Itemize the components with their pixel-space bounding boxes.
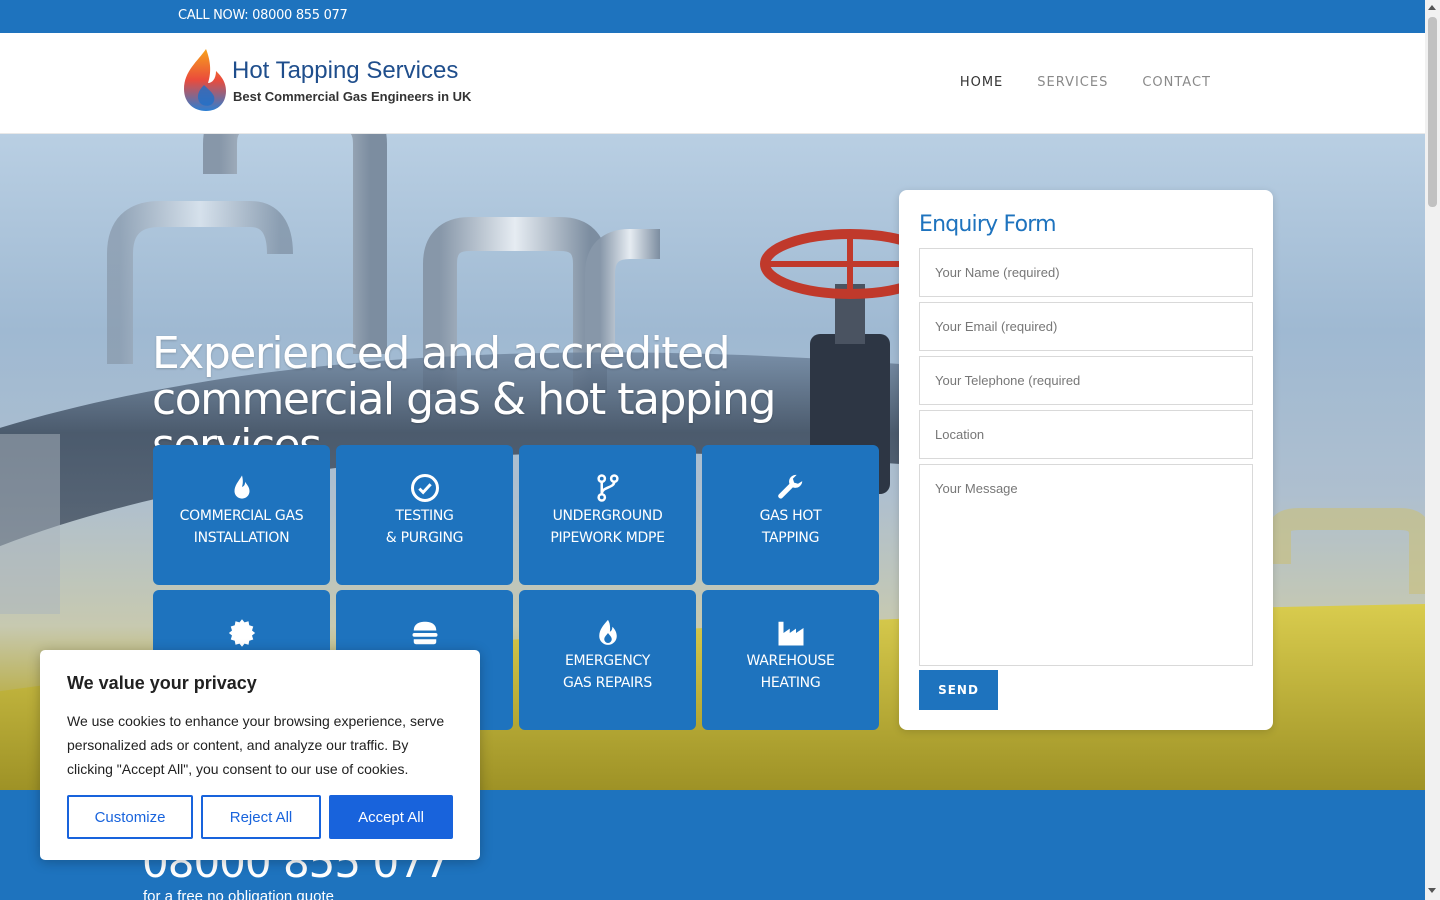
scroll-up-arrow-icon[interactable] [1428,5,1436,10]
tile-commercial-gas-installation[interactable]: COMMERCIAL GAS INSTALLATION [153,445,330,585]
enquiry-form-title: Enquiry Form [919,212,1057,237]
burger-icon [410,618,440,648]
industry-icon [776,618,806,648]
flame-icon [227,473,257,503]
wrench-icon [776,473,806,503]
cookie-consent-banner: We value your privacy We use cookies to … [40,650,480,860]
brand-tagline: Best Commercial Gas Engineers in UK [233,89,472,104]
nav-services[interactable]: SERVICES [1037,75,1108,90]
flame-logo-icon [184,49,226,111]
tile-gas-hot-tapping[interactable]: GAS HOT TAPPING [702,445,879,585]
customize-button[interactable]: Customize [67,795,193,839]
hero-heading-line1: Experienced and accredited [152,328,731,379]
tile-label-line1: TESTING [395,508,454,524]
scrollbar-thumb[interactable] [1428,17,1437,207]
message-field[interactable] [919,464,1253,666]
cookie-title: We value your privacy [67,673,257,693]
send-button[interactable]: SEND [919,670,998,710]
tile-label-line1: COMMERCIAL GAS [179,508,304,524]
brand-name: Hot Tapping Services [232,57,459,84]
cta-subtext: for a free no obligation quote [143,888,334,900]
tile-label-line2: HEATING [760,675,821,691]
page-scrollbar[interactable] [1425,0,1440,900]
tile-testing-purging[interactable]: TESTING & PURGING [336,445,513,585]
tile-warehouse-heating[interactable]: WAREHOUSE HEATING [702,590,879,730]
fire-icon [593,618,623,648]
code-branch-icon [593,473,623,503]
tile-emergency-gas-repairs[interactable]: EMERGENCY GAS REPAIRS [519,590,696,730]
accept-all-button[interactable]: Accept All [329,795,453,839]
enquiry-form: Enquiry Form SEND [899,190,1273,730]
call-now-text[interactable]: CALL NOW: 08000 855 077 [178,8,348,23]
certificate-icon [227,618,257,648]
location-field[interactable] [919,410,1253,459]
tile-label-line2: TAPPING [761,530,820,546]
nav-home[interactable]: HOME [960,75,1003,90]
tile-label-line2: GAS REPAIRS [563,675,652,691]
reject-all-button[interactable]: Reject All [201,795,321,839]
nav-contact[interactable]: CONTACT [1142,75,1211,90]
tile-label-line2: INSTALLATION [193,530,290,546]
main-nav: HOME SERVICES CONTACT [960,75,1211,90]
check-circle-icon [410,473,440,503]
name-field[interactable] [919,248,1253,297]
tile-underground-pipework[interactable]: UNDERGROUND PIPEWORK MDPE [519,445,696,585]
email-field[interactable] [919,302,1253,351]
tile-label-line1: WAREHOUSE [746,653,835,669]
tile-label-line2: & PURGING [385,530,464,546]
tile-label-line1: GAS HOT [759,508,822,524]
tile-label-line1: UNDERGROUND [552,508,663,524]
tile-label-line1: EMERGENCY [564,653,651,669]
scroll-down-arrow-icon[interactable] [1428,888,1436,893]
tile-label-line2: PIPEWORK MDPE [550,530,665,546]
cookie-description: We use cookies to enhance your browsing … [67,713,445,777]
site-header: Hot Tapping Services Best Commercial Gas… [0,33,1425,134]
site-logo[interactable]: Hot Tapping Services Best Commercial Gas… [180,47,480,113]
top-bar: CALL NOW: 08000 855 077 [0,0,1425,33]
telephone-field[interactable] [919,356,1253,405]
